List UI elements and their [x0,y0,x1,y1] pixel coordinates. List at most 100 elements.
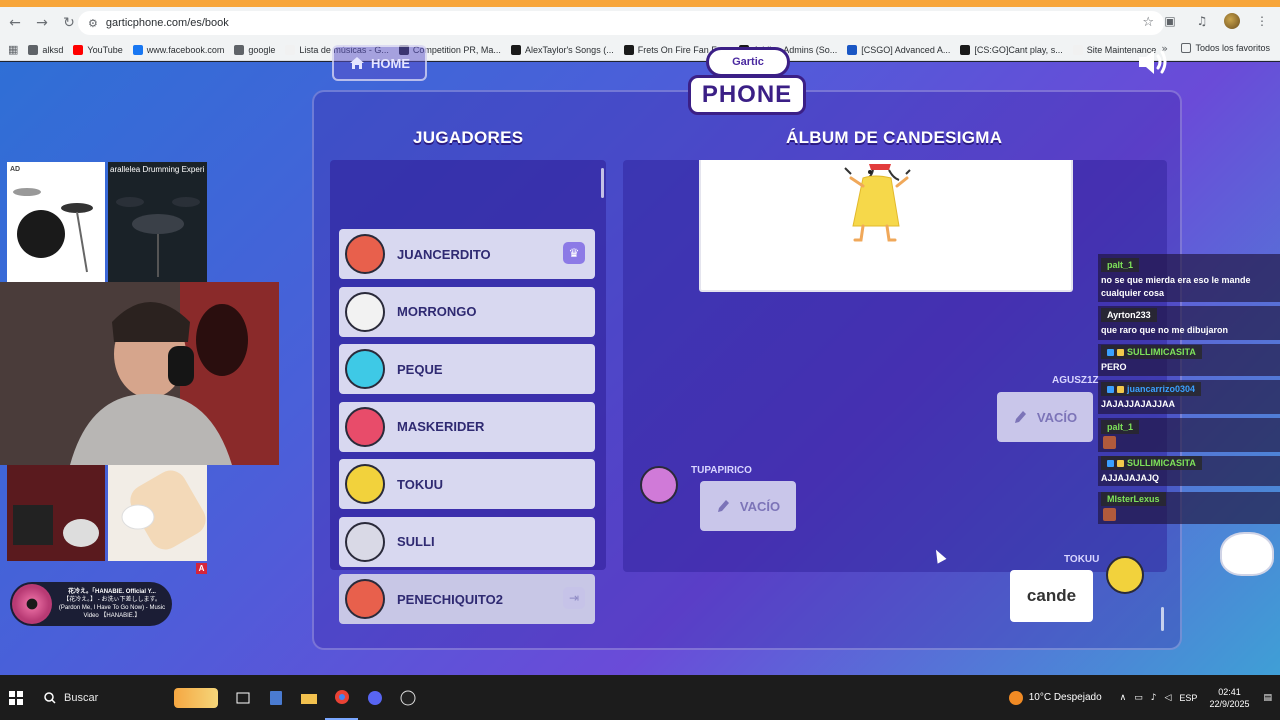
sound-icon[interactable] [1137,48,1169,76]
bookmark-label: www.facebook.com [146,44,225,55]
bookmark-item[interactable]: AlexTaylor's Songs (... [510,44,614,55]
chat-message: palt_1 [1098,418,1280,452]
player-name: TOKUU [397,476,443,492]
album-entry-1-card: VACÍO [997,392,1093,442]
weather-widget[interactable]: 10°C Despejado [1008,690,1102,705]
forward-icon[interactable]: → [30,11,54,35]
player-name: MORRONGO [397,304,477,319]
bookmark-favicon-icon [73,44,84,55]
media-control-icon[interactable]: ♫ [1192,11,1212,31]
player-card[interactable]: MASKERIDER [339,401,595,452]
bookmark-list: alksd YouTube www.facebook.com google Lista … [18,44,1156,55]
player-avatar [345,521,385,562]
system-tray: 10°C Despejado ∧ ▭ ♪ ◁ ESP 02:41 22/9/20… [1008,675,1280,720]
chat-message: MIsterLexus [1098,492,1280,524]
bookmarks-bar: ▦ alksd YouTube www.facebook.com google List… [0,39,1280,61]
player-card[interactable]: PEQUE [339,344,595,394]
notifications-icon[interactable]: ▤ [1263,693,1272,703]
player-avatar [345,291,385,332]
bookmark-label: [CS:GO]Cant play, s... [974,44,1063,55]
album-entry-3-text: cande [1026,586,1077,605]
pencil-icon [717,500,729,512]
extensions-icon[interactable]: ▣ [1160,11,1180,31]
now-playing-text: 花冷え。「HANABIE. Official Y... 【花冷え。】 - お洗ぃ… [58,588,166,620]
taskbar-search[interactable]: Buscar [36,675,226,720]
weather-icon [1008,690,1023,705]
volume-icon[interactable]: ◁ [1165,693,1172,703]
search-icon [44,691,56,704]
home-button[interactable]: HOME [332,45,427,81]
chat-text: no se que mierda era eso le mande cualqu… [1101,275,1251,298]
players-scrollbar[interactable] [601,168,604,198]
folder-icon [1181,43,1192,53]
task-view-icon[interactable] [226,675,259,720]
drumkit-icon [13,188,93,273]
chat-user: Ayrton233 [1101,308,1157,322]
tokuu-avatar [1106,556,1144,594]
bookmark-label: YouTube [87,44,123,55]
windows-taskbar: Buscar 10°C Despejado ∧ ▭ ♪ ◁ ESP 02:41 … [0,675,1280,720]
player-name: JUANCERDITO [397,246,491,262]
bookmark-item[interactable]: YouTube [73,44,123,55]
chat-user: SULLIMICASITA [1101,345,1202,359]
now-playing-title: 花冷え。「HANABIE. Official Y... [68,589,156,595]
ad-drumkit-image[interactable] [7,162,105,282]
toolbar-actions: ▣ ♫ ⋮ [1160,11,1272,31]
ad-choices-badge[interactable]: A [196,563,207,574]
language-indicator[interactable]: ESP [1179,693,1197,703]
bookmark-item[interactable]: [CS:GO]Cant play, s... [960,44,1063,55]
site-info-icon[interactable]: ⚙ [88,17,98,30]
chat-emote-icon [1103,508,1116,521]
bookmark-favicon-icon [28,44,39,55]
bookmark-favicon-icon [623,44,634,55]
webcam-feed [0,282,279,465]
microphone-icon[interactable]: ♪ [1151,693,1157,703]
calculator-icon[interactable] [259,675,292,720]
tray-chevron-icon[interactable]: ∧ [1120,693,1127,703]
address-bar[interactable]: ⚙ garticphone.com/es/book ☆ [78,11,1164,35]
bookmark-item[interactable]: alksd [28,44,63,55]
album-entry-2-card: VACÍO [700,481,796,531]
album-author-2: TUPAPIRICO [691,465,752,476]
player-card[interactable]: MORRONGO [339,286,595,337]
chat-message: juancarrizo0304 JAJAJJAJAJJAA [1098,380,1280,414]
chat-text: que raro que no me dibujaron [1101,325,1229,335]
network-icon[interactable]: ▭ [1134,693,1143,703]
player-card[interactable]: SULLI [339,516,595,567]
player-card[interactable]: TOKUU [339,459,595,509]
streamer-webcam-image [0,282,279,465]
weather-text: 10°C Despejado [1028,692,1102,703]
bookmark-favicon-icon [285,44,296,55]
chat-user: MIsterLexus [1101,492,1166,506]
drawing-figure [844,164,911,242]
all-bookmarks-link[interactable]: Todos los favoritos [1181,43,1270,53]
ad-drum-image[interactable] [108,162,207,282]
discord-icon[interactable] [358,675,391,720]
player-card[interactable]: JUANCERDITO ♛ [339,229,595,279]
taskbar-clock[interactable]: 02:41 22/9/2025 [1209,686,1249,710]
obs-icon[interactable] [391,675,424,720]
player-avatar [345,579,385,619]
taskbar-search-placeholder: Buscar [64,691,99,704]
ad-bathroom-set-image[interactable] [7,465,105,561]
bookmark-item[interactable]: google [234,44,275,55]
ad-insoles-image[interactable] [108,465,207,561]
bookmark-star-icon[interactable]: ☆ [1142,15,1154,30]
profile-avatar[interactable] [1224,13,1240,29]
windows-start-icon[interactable] [0,675,32,720]
back-icon[interactable]: ← [3,11,27,35]
bookmark-favicon-icon [132,44,143,55]
browser-top-strip [0,0,1280,7]
bookmark-item[interactable]: www.facebook.com [132,44,225,55]
file-explorer-icon[interactable] [292,675,325,720]
chat-user: SULLIMICASITA [1101,456,1202,470]
now-playing-card: 花冷え。「HANABIE. Official Y... 【花冷え。】 - お洗ぃ… [10,582,172,626]
bookmark-item[interactable]: [CSGO] Advanced A... [847,44,950,55]
menu-kebab-icon[interactable]: ⋮ [1252,11,1272,31]
player-avatar [345,349,385,389]
apps-grid-icon[interactable]: ▦ [8,43,18,56]
chrome-icon[interactable] [325,675,358,720]
album-scrollbar[interactable] [1161,607,1164,631]
search-highlight-icon [174,687,218,708]
player-card[interactable]: PENECHIQUITO2 ⇥ [339,574,595,624]
